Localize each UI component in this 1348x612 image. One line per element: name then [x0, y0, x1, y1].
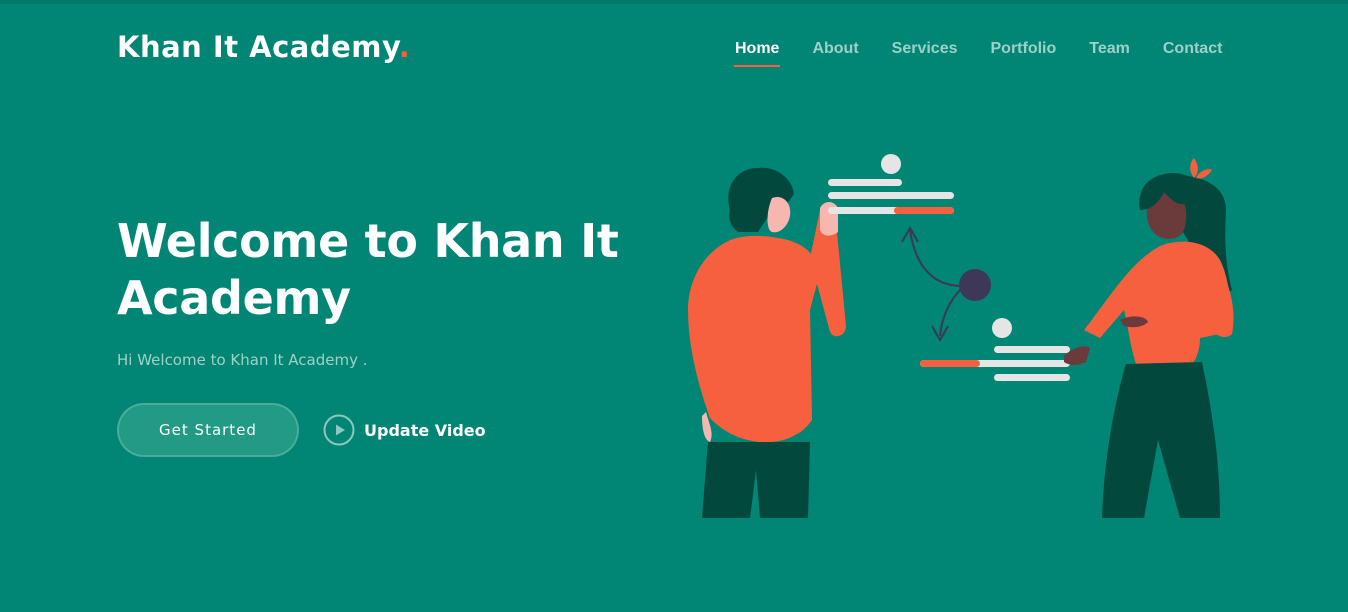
nav-item-about[interactable]: About: [795, 36, 874, 58]
nav-item-contact[interactable]: Contact: [1146, 36, 1239, 58]
hero-subtitle: Hi Welcome to Khan It Academy .: [117, 351, 368, 369]
top-info-card: [828, 154, 954, 214]
nav-item-home[interactable]: Home: [718, 36, 795, 67]
logo-dot: .: [398, 30, 411, 64]
play-circle-icon: [323, 414, 355, 446]
update-video-label: Update Video: [364, 420, 486, 440]
exchange-arrows: [901, 225, 991, 343]
site-logo[interactable]: Khan It Academy.: [117, 30, 410, 64]
logo-text: Khan It Academy: [117, 30, 399, 64]
update-video-button[interactable]: Update Video: [323, 414, 486, 446]
hero-title: Welcome to Khan It Academy: [117, 214, 619, 325]
get-started-label: Get Started: [159, 421, 257, 439]
hero-illustration: [688, 154, 1234, 518]
nav-item-team[interactable]: Team: [1072, 36, 1146, 58]
site-header: Khan It Academy. Home About Services Por…: [0, 0, 1348, 100]
get-started-button[interactable]: Get Started: [117, 403, 299, 457]
nav-item-portfolio[interactable]: Portfolio: [974, 36, 1073, 58]
man-figure: [688, 167, 846, 518]
nav-item-services[interactable]: Services: [875, 36, 974, 58]
woman-figure: [1064, 158, 1234, 518]
bottom-info-card: [920, 318, 1070, 381]
main-nav: Home About Services Portfolio Team Conta…: [718, 36, 1238, 70]
